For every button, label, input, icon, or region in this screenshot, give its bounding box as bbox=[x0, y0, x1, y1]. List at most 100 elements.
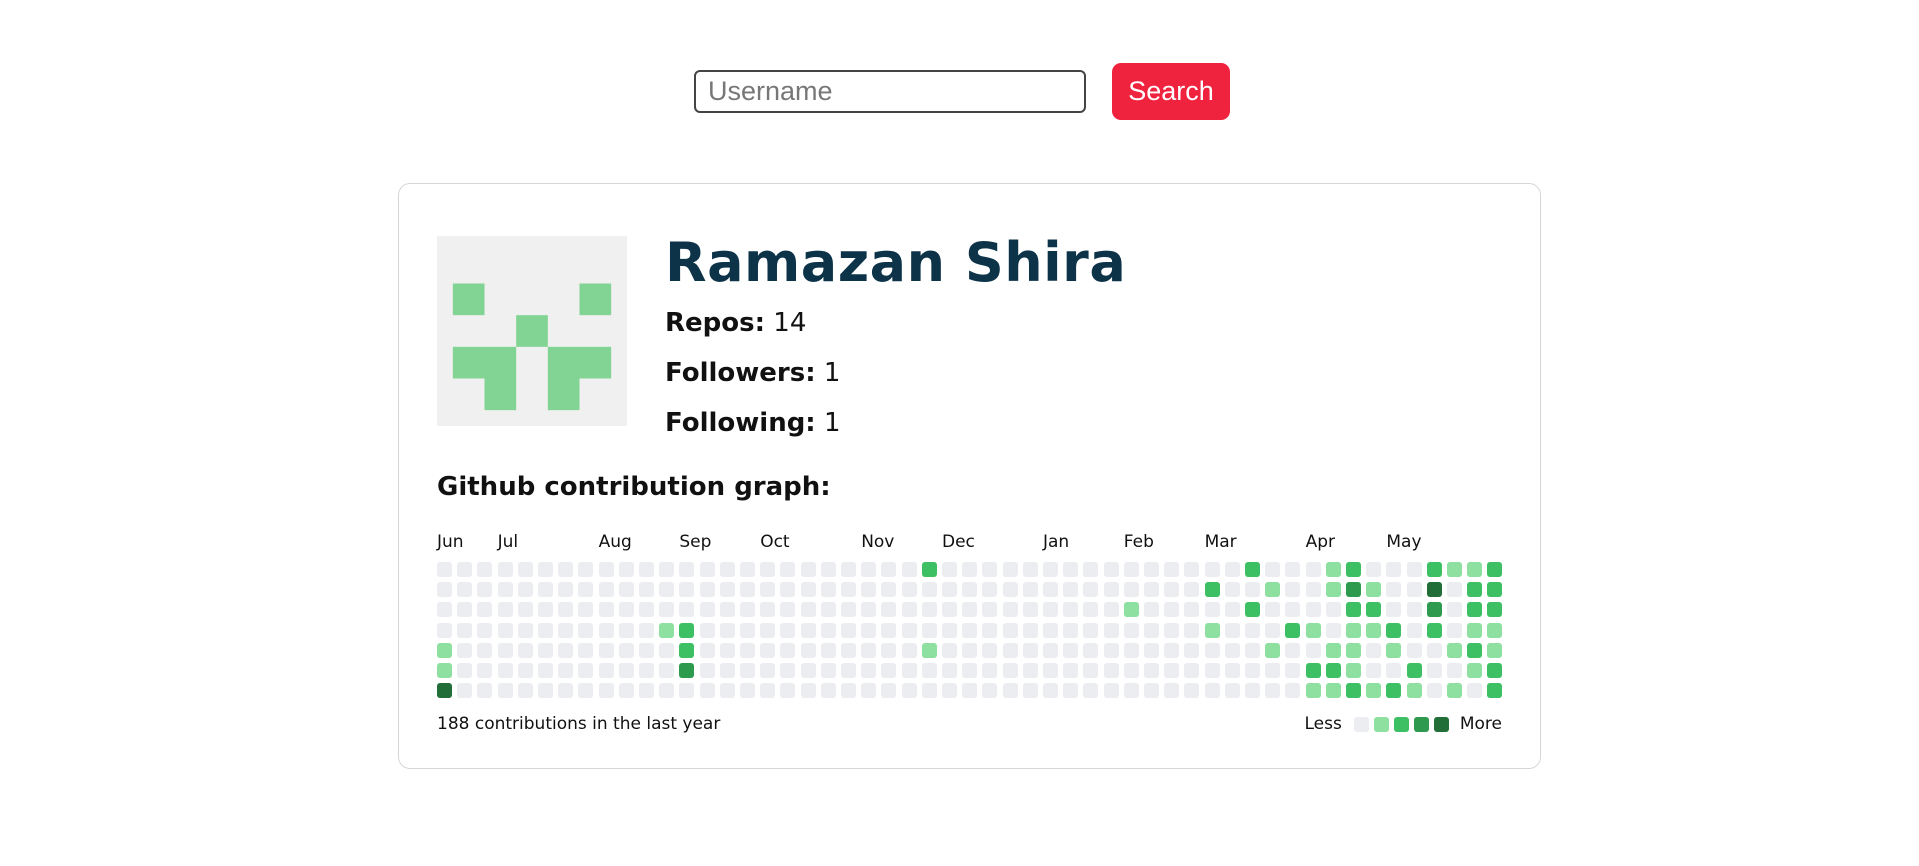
contribution-cell bbox=[659, 642, 675, 658]
contribution-cell bbox=[841, 663, 856, 678]
contribution-cell bbox=[760, 622, 776, 638]
contribution-cell bbox=[598, 642, 614, 658]
contribution-cell bbox=[1386, 602, 1402, 618]
contribution-cell bbox=[618, 683, 634, 699]
contribution-cell bbox=[1366, 562, 1382, 577]
contribution-cell bbox=[1487, 602, 1503, 618]
followers-label: Followers: bbox=[665, 358, 816, 388]
contribution-cell bbox=[820, 622, 836, 638]
contribution-cell bbox=[538, 642, 553, 658]
contribution-cell bbox=[477, 642, 493, 658]
contribution-cell bbox=[719, 683, 735, 699]
contribution-cell bbox=[1447, 582, 1462, 598]
contribution-cell bbox=[901, 562, 917, 577]
contribution-cell bbox=[1285, 562, 1301, 577]
contribution-cell bbox=[962, 562, 978, 577]
contribution-cell bbox=[578, 683, 594, 699]
contribution-cell bbox=[1123, 602, 1139, 618]
contribution-cell bbox=[1043, 602, 1058, 618]
contribution-cell bbox=[1346, 642, 1361, 658]
contribution-cell bbox=[659, 562, 675, 577]
contribution-cell bbox=[538, 562, 553, 577]
contribution-cell bbox=[618, 562, 634, 577]
legend-swatch-2 bbox=[1393, 716, 1409, 732]
contribution-cell bbox=[1426, 642, 1442, 658]
contribution-cell bbox=[942, 582, 957, 598]
contribution-cell bbox=[740, 663, 755, 678]
contribution-cell bbox=[1224, 663, 1240, 678]
contribution-cell bbox=[457, 683, 473, 699]
contribution-cell bbox=[841, 642, 856, 658]
contribution-cell bbox=[1305, 683, 1321, 699]
contribution-cell bbox=[497, 663, 513, 678]
contribution-cell bbox=[841, 622, 856, 638]
contribution-cell bbox=[1366, 582, 1382, 598]
contribution-cell bbox=[538, 663, 553, 678]
contribution-cell bbox=[1022, 683, 1038, 699]
contribution-cell bbox=[1083, 622, 1099, 638]
contribution-cell bbox=[780, 582, 796, 598]
contribution-cell bbox=[1406, 642, 1422, 658]
contribution-cell bbox=[1144, 562, 1159, 577]
contribution-cell bbox=[517, 562, 533, 577]
contribution-cell bbox=[1426, 562, 1442, 577]
contribution-cell bbox=[457, 602, 473, 618]
contribution-cell bbox=[517, 582, 533, 598]
contribution-cell bbox=[477, 602, 493, 618]
contribution-cell bbox=[921, 622, 937, 638]
contribution-cell bbox=[740, 582, 755, 598]
contribution-cell bbox=[719, 602, 735, 618]
contribution-cell bbox=[1224, 642, 1240, 658]
contribution-cell bbox=[820, 642, 836, 658]
contribution-cell bbox=[1043, 663, 1058, 678]
contribution-cell bbox=[598, 663, 614, 678]
contribution-cell bbox=[1204, 622, 1220, 638]
contribution-cell bbox=[942, 683, 957, 699]
username-input[interactable] bbox=[694, 70, 1086, 113]
following-label: Following: bbox=[665, 408, 816, 438]
contribution-cell bbox=[760, 663, 776, 678]
contribution-cell bbox=[861, 642, 877, 658]
contribution-cell bbox=[1063, 562, 1079, 577]
contribution-cell bbox=[639, 602, 654, 618]
contribution-cell bbox=[679, 562, 695, 577]
legend-swatch-3 bbox=[1413, 716, 1429, 732]
contribution-cell bbox=[780, 663, 796, 678]
contribution-cell bbox=[780, 622, 796, 638]
contribution-cell bbox=[1426, 602, 1442, 618]
contribution-cell bbox=[1043, 582, 1058, 598]
contribution-cell bbox=[1022, 642, 1038, 658]
contribution-cell bbox=[618, 642, 634, 658]
contribution-cell bbox=[1447, 683, 1462, 699]
contribution-cell bbox=[1103, 642, 1119, 658]
contribution-cell bbox=[1245, 683, 1260, 699]
contribution-cell bbox=[820, 602, 836, 618]
contribution-cell bbox=[1285, 582, 1301, 598]
search-button[interactable]: Search bbox=[1112, 63, 1230, 120]
month-label: Mar bbox=[1204, 532, 1237, 552]
followers-value: 1 bbox=[823, 358, 841, 388]
contribution-cell bbox=[1144, 602, 1159, 618]
contribution-cell bbox=[1043, 683, 1058, 699]
contribution-cell bbox=[800, 663, 816, 678]
contribution-cell bbox=[699, 642, 715, 658]
contribution-cell bbox=[1325, 683, 1341, 699]
contribution-cell bbox=[800, 683, 816, 699]
contribution-cell bbox=[962, 602, 978, 618]
contribution-cell bbox=[1426, 622, 1442, 638]
contribution-cell bbox=[1346, 663, 1361, 678]
contribution-cell bbox=[1184, 582, 1200, 598]
contribution-cell bbox=[901, 642, 917, 658]
contribution-cell bbox=[679, 622, 695, 638]
contribution-cell bbox=[1386, 683, 1402, 699]
contribution-cell bbox=[1305, 663, 1321, 678]
contribution-cell bbox=[1245, 663, 1260, 678]
contribution-cell bbox=[760, 582, 776, 598]
contribution-cell bbox=[558, 663, 574, 678]
contribution-cell bbox=[1144, 622, 1159, 638]
contribution-cell bbox=[1285, 642, 1301, 658]
contribution-cell bbox=[1285, 622, 1301, 638]
contribution-cell bbox=[618, 582, 634, 598]
contribution-cell bbox=[497, 683, 513, 699]
contribution-cell bbox=[1265, 602, 1281, 618]
